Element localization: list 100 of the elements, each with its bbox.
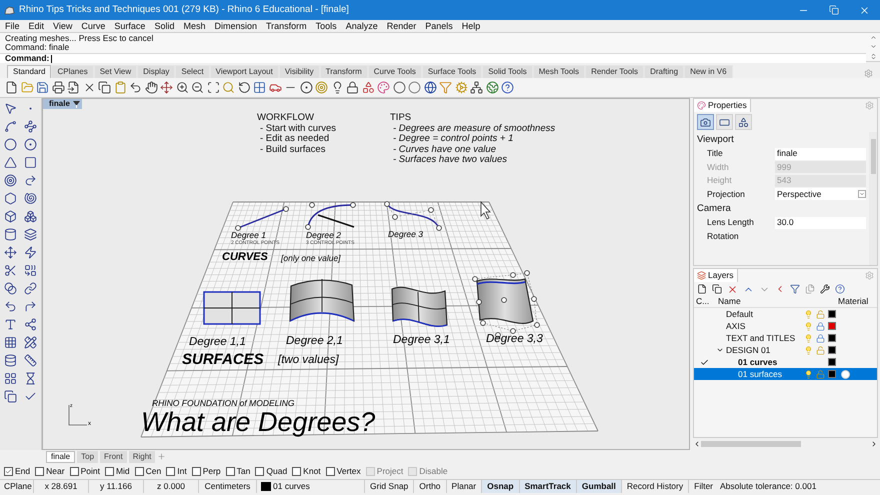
status-toggle[interactable]: Ortho [413, 480, 446, 493]
layers-icon[interactable] [24, 228, 38, 241]
properties-page-tab[interactable] [697, 114, 714, 130]
new-file-icon[interactable] [5, 81, 18, 94]
printer-icon[interactable] [52, 81, 64, 94]
layer-color-swatch[interactable] [828, 358, 836, 366]
toolbar-tab[interactable]: Curve Tools [368, 65, 422, 78]
material-swatch[interactable] [840, 370, 850, 378]
toolbar-tab[interactable]: Solid Tools [482, 65, 533, 78]
layer-color-swatch[interactable] [828, 370, 836, 378]
network-icon[interactable] [470, 81, 483, 94]
toolbar-tab[interactable]: CPlanes [51, 65, 94, 78]
import-icon[interactable] [67, 81, 80, 94]
help-icon[interactable] [835, 284, 845, 294]
zoom-in-icon[interactable] [176, 81, 188, 94]
toolbar-tab[interactable]: Render Tools [585, 65, 644, 78]
toolbar-tab[interactable]: Standard [7, 65, 52, 78]
grid-icon[interactable] [4, 336, 17, 349]
fillet-icon[interactable] [4, 300, 17, 313]
menu-item[interactable]: Edit [28, 22, 44, 30]
files-icon[interactable] [805, 284, 815, 294]
checkbox[interactable] [70, 466, 79, 476]
zoom-out-icon[interactable] [191, 81, 204, 94]
column-header[interactable]: Material [838, 295, 868, 308]
projection-dropdown[interactable]: Perspective [775, 188, 866, 200]
restore-icon[interactable] [829, 4, 839, 14]
viewport-tab[interactable]: Right [128, 450, 156, 462]
toolbar-tab[interactable]: Select [175, 65, 210, 78]
lock-icon[interactable] [346, 81, 359, 94]
column-header[interactable]: C... [694, 295, 714, 308]
toolbar-tab[interactable]: Drafting [644, 65, 684, 78]
checkbox[interactable] [326, 466, 335, 476]
link-icon[interactable] [24, 282, 38, 295]
menu-item[interactable]: View [53, 22, 72, 30]
circle-icon[interactable] [300, 81, 312, 94]
nodes-icon[interactable] [24, 318, 38, 331]
viewport-tab[interactable]: Top [77, 450, 98, 462]
solids-icon[interactable] [24, 210, 38, 223]
checkbox[interactable] [226, 466, 235, 476]
checkbox[interactable] [166, 466, 176, 476]
trim-icon[interactable] [4, 264, 17, 277]
toolbar-tab[interactable]: Viewport Layout [210, 65, 279, 78]
menu-item[interactable]: Dimension [214, 22, 257, 30]
properties-page-tab[interactable] [735, 114, 752, 130]
checkbox[interactable] [292, 466, 302, 476]
layer-row[interactable]: TEXT and TITLES [694, 332, 877, 344]
scroll-up-icon[interactable] [870, 34, 876, 42]
pencil-ruler-icon[interactable] [24, 336, 38, 349]
box-icon[interactable] [4, 210, 17, 223]
toolbar-tab[interactable]: Display [137, 65, 176, 78]
menu-item[interactable]: Mesh [183, 22, 206, 30]
checkbox[interactable] [4, 466, 13, 476]
surface-icon[interactable] [24, 192, 38, 205]
control-points-icon[interactable] [24, 120, 38, 133]
menu-item[interactable]: File [5, 22, 20, 30]
toolbar-tab[interactable]: Transform [320, 65, 368, 78]
layer-color-swatch[interactable] [828, 346, 836, 354]
wrench-icon[interactable] [820, 284, 830, 294]
clipboard-icon[interactable] [114, 81, 126, 94]
checkbox[interactable] [104, 466, 114, 476]
polygon-icon[interactable] [4, 156, 17, 169]
menu-item[interactable]: Render [386, 22, 416, 30]
earth-icon[interactable] [486, 81, 498, 94]
hourglass-icon[interactable] [24, 372, 38, 385]
menu-item[interactable]: Surface [114, 22, 146, 30]
shapes-icon[interactable] [362, 81, 374, 94]
save-icon[interactable] [36, 81, 49, 94]
arc-icon[interactable] [24, 174, 38, 187]
layer-color-swatch[interactable] [828, 322, 836, 330]
rotate-icon[interactable] [238, 81, 250, 94]
ruler-icon[interactable] [24, 354, 38, 367]
toolbar-tab[interactable]: Mesh Tools [532, 65, 586, 78]
viewport-tab[interactable]: Front [100, 450, 127, 462]
status-toggle[interactable]: Record History [620, 480, 688, 493]
curve-arrow-icon[interactable] [24, 300, 38, 313]
ellipse-icon[interactable] [24, 138, 38, 151]
layer-color-swatch[interactable] [828, 310, 836, 318]
hand-icon[interactable] [144, 81, 158, 94]
layer-color-swatch[interactable] [261, 482, 271, 491]
circle-icon[interactable] [4, 138, 17, 151]
units-readout[interactable]: Centimeters [199, 480, 257, 493]
menu-item[interactable]: Curve [81, 22, 106, 30]
properties-tab[interactable]: Properties [694, 99, 751, 112]
status-toggle[interactable]: Filter [688, 480, 718, 493]
scrollbar[interactable] [869, 132, 877, 265]
explode-icon[interactable] [24, 246, 38, 259]
toolbar-tab[interactable]: Surface Tools [422, 65, 482, 78]
menu-item[interactable]: Panels [425, 22, 453, 30]
horizontal-scrollbar[interactable] [693, 439, 878, 449]
property-field[interactable]: finale [775, 148, 866, 160]
menu-item[interactable]: Solid [154, 22, 174, 30]
move-icon[interactable] [4, 246, 17, 259]
stack-icon[interactable] [4, 354, 17, 367]
undo-icon[interactable] [129, 81, 142, 94]
boolean-icon[interactable] [4, 282, 17, 295]
text-icon[interactable] [4, 318, 17, 331]
zoom-extents-icon[interactable] [206, 81, 220, 94]
checkbox[interactable] [35, 466, 44, 476]
layer-row[interactable]: Default [694, 308, 877, 320]
status-toggle[interactable]: Gumball [576, 480, 621, 493]
